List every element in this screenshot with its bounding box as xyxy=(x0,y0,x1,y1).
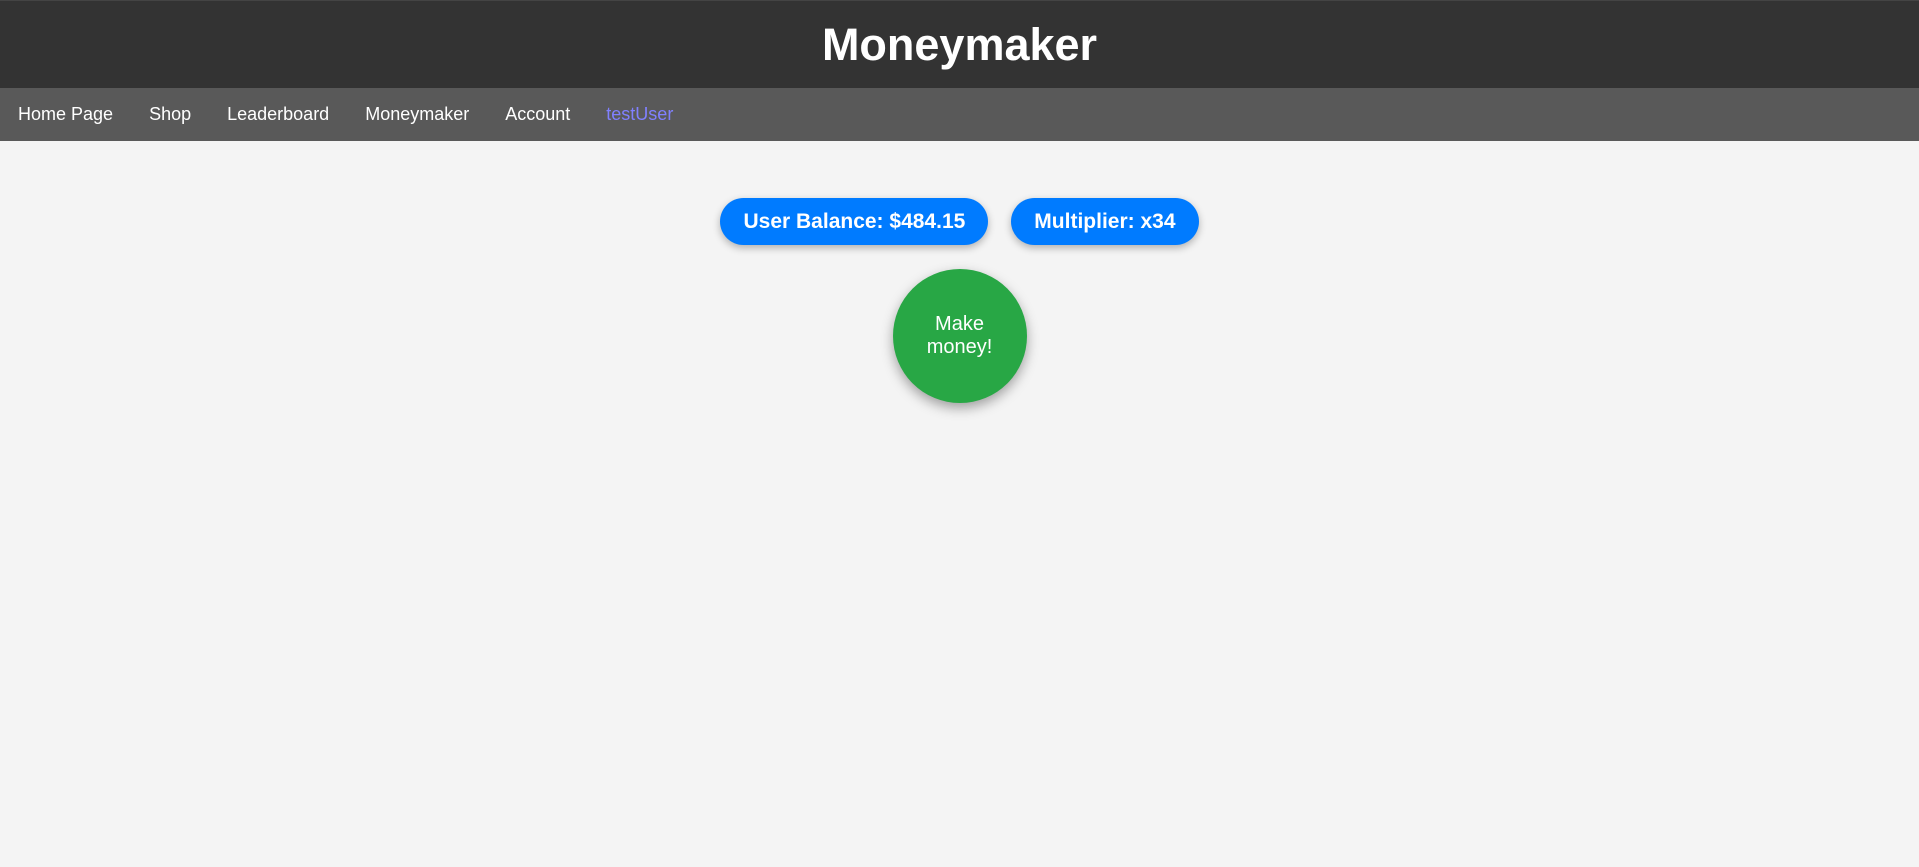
nav-link-shop[interactable]: Shop xyxy=(149,104,191,125)
stats-row: User Balance: $484.15 Multiplier: x34 xyxy=(720,198,1199,245)
nav-link-account[interactable]: Account xyxy=(505,104,570,125)
nav-bar: Home Page Shop Leaderboard Moneymaker Ac… xyxy=(0,88,1919,141)
main-content: User Balance: $484.15 Multiplier: x34 Ma… xyxy=(0,141,1919,403)
multiplier-badge: Multiplier: x34 xyxy=(1011,198,1199,245)
make-money-button[interactable]: Make money! xyxy=(892,269,1027,403)
page-title: Moneymaker xyxy=(821,18,1098,70)
nav-link-leaderboard[interactable]: Leaderboard xyxy=(227,104,329,125)
nav-link-moneymaker[interactable]: Moneymaker xyxy=(365,104,469,125)
page-header: Moneymaker xyxy=(0,0,1919,88)
nav-link-home-page[interactable]: Home Page xyxy=(18,104,113,125)
user-balance-badge: User Balance: $484.15 xyxy=(720,198,989,245)
nav-link-username[interactable]: testUser xyxy=(606,104,673,125)
